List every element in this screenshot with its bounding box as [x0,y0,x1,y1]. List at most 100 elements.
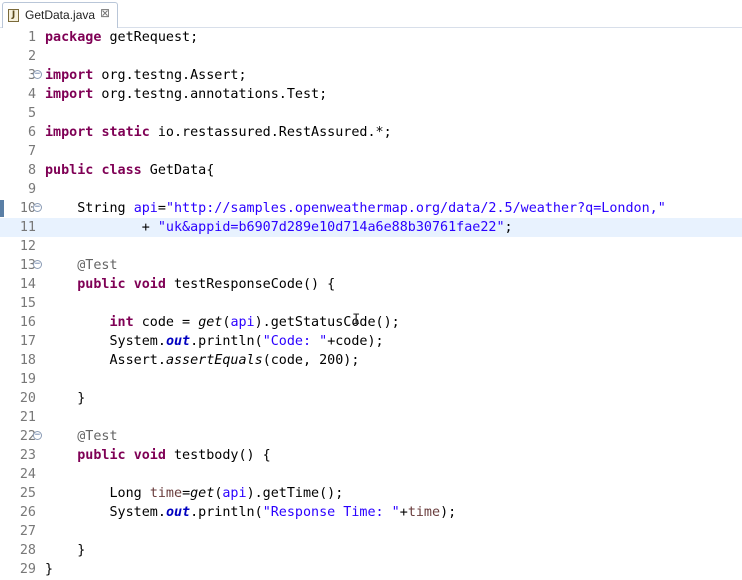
code-line[interactable]: 16 int code = get(api).getStatusCode(); [0,313,742,332]
code-line[interactable]: 25 Long time=get(api).getTime(); [0,484,742,503]
line-number: 7 [27,144,36,159]
code-token: } [45,391,86,406]
code-token: public [45,163,94,178]
code-token: org.testng.Assert; [93,68,247,83]
code-text: public class GetData{ [45,161,214,180]
code-line[interactable]: 19 [0,370,742,389]
code-token: + [45,220,158,235]
code-line[interactable]: 3− import org.testng.Assert; [0,66,742,85]
code-token: .println( [190,334,263,349]
code-line[interactable]: 28 } [0,541,742,560]
code-line[interactable]: 26 System.out.println("Response Time: "+… [0,503,742,522]
code-line[interactable]: 11 + "uk&appid=b6907d289e10d714a6e88b307… [0,218,742,237]
code-text: String api="http://samples.openweatherma… [45,199,666,218]
line-number: 1 [27,30,36,45]
code-token: +code); [327,334,384,349]
code-line[interactable]: 7 [0,142,742,161]
fold-toggle-icon[interactable]: − [33,260,42,269]
line-number: 24 [19,467,36,482]
code-line[interactable]: 15 [0,294,742,313]
code-text: + "uk&appid=b6907d289e10d714a6e88b30761f… [45,218,513,237]
code-line[interactable]: 14 public void testResponseCode() { [0,275,742,294]
code-text: import org.testng.annotations.Test; [45,85,327,104]
code-text: public void testbody() { [45,446,271,465]
code-text: package getRequest; [45,28,198,47]
line-number: 25 [19,486,36,501]
editor-tab-bar: J GetData.java ⊠ [0,0,742,28]
code-line[interactable]: 23 public void testbody() { [0,446,742,465]
code-line[interactable]: 1 package getRequest; [0,28,742,47]
code-token: ).getTime(); [246,486,344,501]
fold-toggle-icon[interactable]: − [33,203,42,212]
close-icon[interactable]: ⊠ [100,6,110,20]
line-number: 14 [19,277,36,292]
code-token: public [77,448,126,463]
code-token: GetData{ [141,163,215,178]
code-text: System.out.println("Response Time: "+tim… [45,503,456,522]
code-text: } [45,560,53,579]
tab-label: GetData.java [25,8,96,22]
code-token: import [45,125,94,140]
code-token: ); [440,505,457,520]
code-line[interactable]: 8 public class GetData{ [0,161,742,180]
code-line[interactable]: 22− @Test [0,427,742,446]
code-token: "Code: " [262,334,328,349]
code-text: int code = get(api).getStatusCode(); [45,313,400,332]
code-line[interactable]: 6 import static io.restassured.RestAssure… [0,123,742,142]
code-line[interactable]: 18 Assert.assertEquals(code, 200); [0,351,742,370]
line-number: 5 [27,106,36,121]
line-number: 12 [19,239,36,254]
code-token: "Response Time: " [262,505,400,520]
code-token: @Test [77,258,118,273]
code-line[interactable]: 5 [0,104,742,123]
line-number: 23 [19,448,36,463]
line-number: 26 [19,505,36,520]
code-line[interactable]: 29} [0,560,742,579]
line-number: 17 [19,334,36,349]
code-line[interactable]: 12 [0,237,742,256]
code-token: time [407,505,441,520]
code-line[interactable]: 13− @Test [0,256,742,275]
code-token: time [149,486,183,501]
code-line[interactable]: 17 System.out.println("Code: "+code); [0,332,742,351]
code-token: class [101,163,142,178]
line-number: 3 [27,68,36,83]
code-line[interactable]: 20 } [0,389,742,408]
line-number: 10 [19,201,36,216]
line-number: 4 [27,87,36,102]
line-number: 15 [19,296,36,311]
code-line[interactable]: 10− String api="http://samples.openweath… [0,199,742,218]
code-line[interactable]: 9 [0,180,742,199]
code-line[interactable]: 24 [0,465,742,484]
code-line[interactable]: 2 [0,47,742,66]
code-line[interactable]: 27 [0,522,742,541]
line-number: 20 [19,391,36,406]
code-text: Long time=get(api).getTime(); [45,484,343,503]
code-token: ; [504,220,513,235]
code-token: api [133,201,158,216]
code-token: Long [45,486,150,501]
code-line[interactable]: 4 import org.testng.annotations.Test; [0,85,742,104]
code-token: } [45,543,86,558]
line-number: 28 [19,543,36,558]
code-token: void [133,448,166,463]
code-line[interactable]: 21 [0,408,742,427]
tab-getdata-java[interactable]: J GetData.java ⊠ [2,2,118,28]
code-text: import static io.restassured.RestAssured… [45,123,392,142]
code-token: Assert. [45,353,166,368]
code-editor[interactable]: 1 package getRequest; 2 3− import org.testng… [0,28,742,580]
code-token: System. [45,505,166,520]
fold-toggle-icon[interactable]: − [33,70,42,79]
text-cursor-icon: I [352,312,361,328]
code-token: (code, 200); [262,353,360,368]
code-token: assertEquals [165,353,263,368]
code-token: ).getStatusCode(); [254,315,400,330]
fold-toggle-icon[interactable]: − [33,431,42,440]
code-token: api [222,486,247,501]
